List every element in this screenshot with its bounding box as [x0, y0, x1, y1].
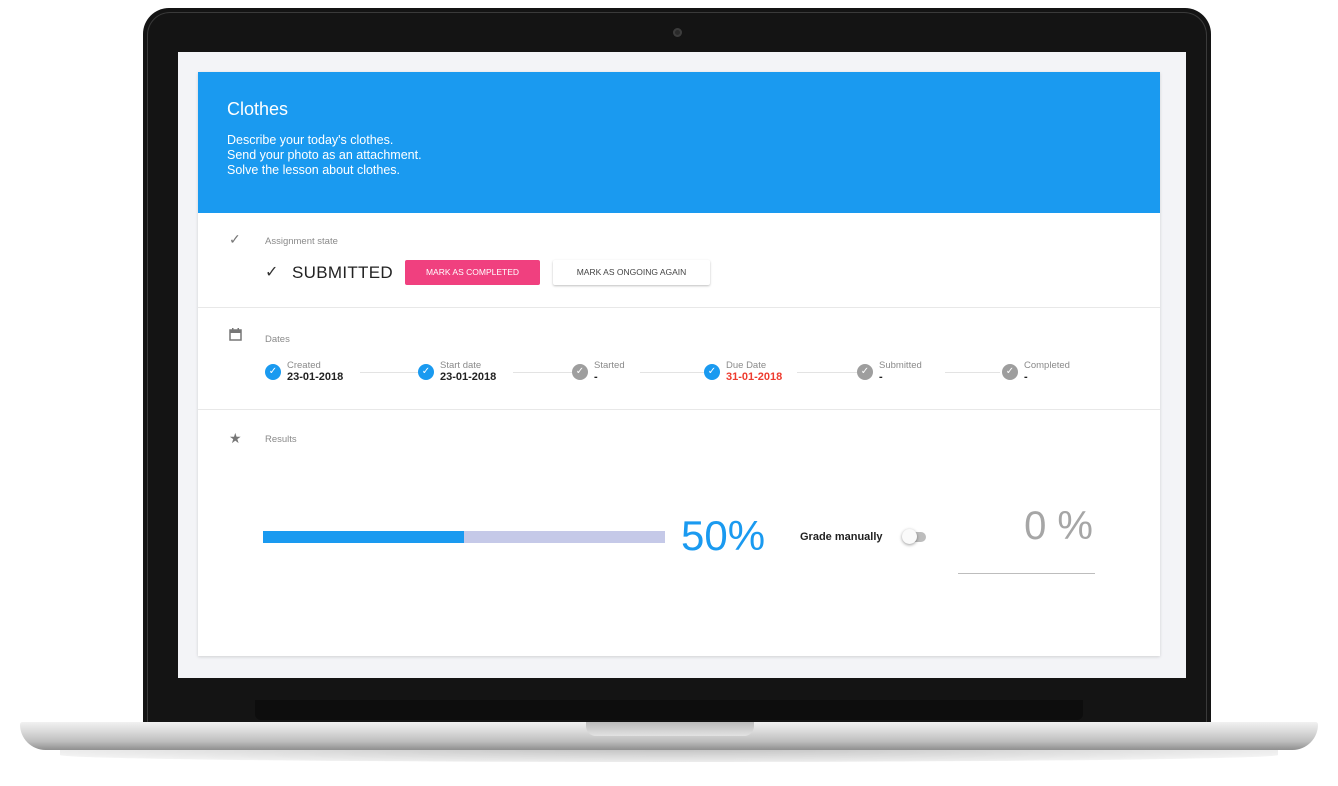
laptop-chin: [255, 700, 1083, 720]
date-step-value: 23-01-2018: [287, 371, 344, 383]
timeline-connector: [360, 372, 420, 373]
date-step-value: 23-01-2018: [440, 371, 497, 383]
results-label: Results: [265, 434, 297, 445]
grade-manually-toggle[interactable]: [902, 529, 926, 544]
timeline-connector: [513, 372, 573, 373]
dates-label: Dates: [265, 334, 290, 345]
date-step-label: Submitted: [879, 360, 922, 371]
description-line: Send your photo as an attachment.: [227, 148, 422, 162]
assignment-state-label: Assignment state: [265, 236, 338, 247]
date-step-label: Started: [594, 360, 625, 371]
grade-input[interactable]: 0 %: [958, 504, 1097, 549]
dates-section: Dates ✓ Created 23-01-2018 ✓ Start date …: [198, 308, 1160, 410]
check-circle-icon: ✓: [704, 364, 720, 380]
date-step-label: Completed: [1024, 360, 1070, 371]
date-step-value: -: [1024, 371, 1028, 383]
status-text: SUBMITTED: [292, 263, 393, 282]
check-circle-icon: ✓: [265, 364, 281, 380]
description-line: Describe your today's clothes.: [227, 133, 394, 147]
webcam: [673, 28, 682, 37]
laptop-shadow: [60, 748, 1278, 762]
description-line: Solve the lesson about clothes.: [227, 163, 401, 177]
date-step-value: 31-01-2018: [726, 371, 783, 383]
timeline-connector: [945, 372, 1000, 373]
assignment-card: Clothes Describe your today's clothes. S…: [198, 72, 1160, 656]
check-circle-icon: ✓: [857, 364, 873, 380]
date-step-value: -: [879, 371, 883, 383]
assignment-state-section: ✓ Assignment state ✓ SUBMITTED MARK AS C…: [198, 213, 1160, 308]
check-icon: ✓: [229, 231, 241, 247]
progress-percent: 50%: [681, 512, 766, 559]
grade-manually-label: Grade manually: [800, 531, 883, 543]
timeline-connector: [640, 372, 710, 373]
grade-input-underline: [958, 573, 1095, 574]
mark-completed-button[interactable]: MARK AS COMPLETED: [405, 260, 540, 285]
screen: Clothes Describe your today's clothes. S…: [178, 52, 1186, 678]
progress-bar: [263, 531, 665, 543]
laptop-notch: [586, 722, 754, 736]
date-step-label: Start date: [440, 360, 482, 371]
submitted-check-icon: ✓: [265, 264, 279, 281]
check-circle-icon: ✓: [418, 364, 434, 380]
assignment-description: Describe your today's clothes. Send your…: [227, 133, 422, 178]
date-step-label: Created: [287, 360, 321, 371]
date-step-value: -: [594, 371, 598, 383]
timeline-connector: [797, 372, 857, 373]
progress-bar-fill: [263, 531, 464, 543]
star-icon: ★: [229, 430, 242, 446]
date-step-label: Due Date: [726, 360, 767, 371]
assignment-title: Clothes: [227, 99, 289, 119]
mark-ongoing-button[interactable]: MARK AS ONGOING AGAIN: [553, 260, 710, 285]
check-circle-icon: ✓: [1002, 364, 1018, 380]
toggle-knob: [902, 529, 917, 544]
calendar-icon: [229, 328, 242, 344]
check-circle-icon: ✓: [572, 364, 588, 380]
assignment-header: Clothes Describe your today's clothes. S…: [198, 72, 1160, 213]
dates-timeline: ✓ Created 23-01-2018 ✓ Start date 23-01-…: [265, 360, 1085, 390]
